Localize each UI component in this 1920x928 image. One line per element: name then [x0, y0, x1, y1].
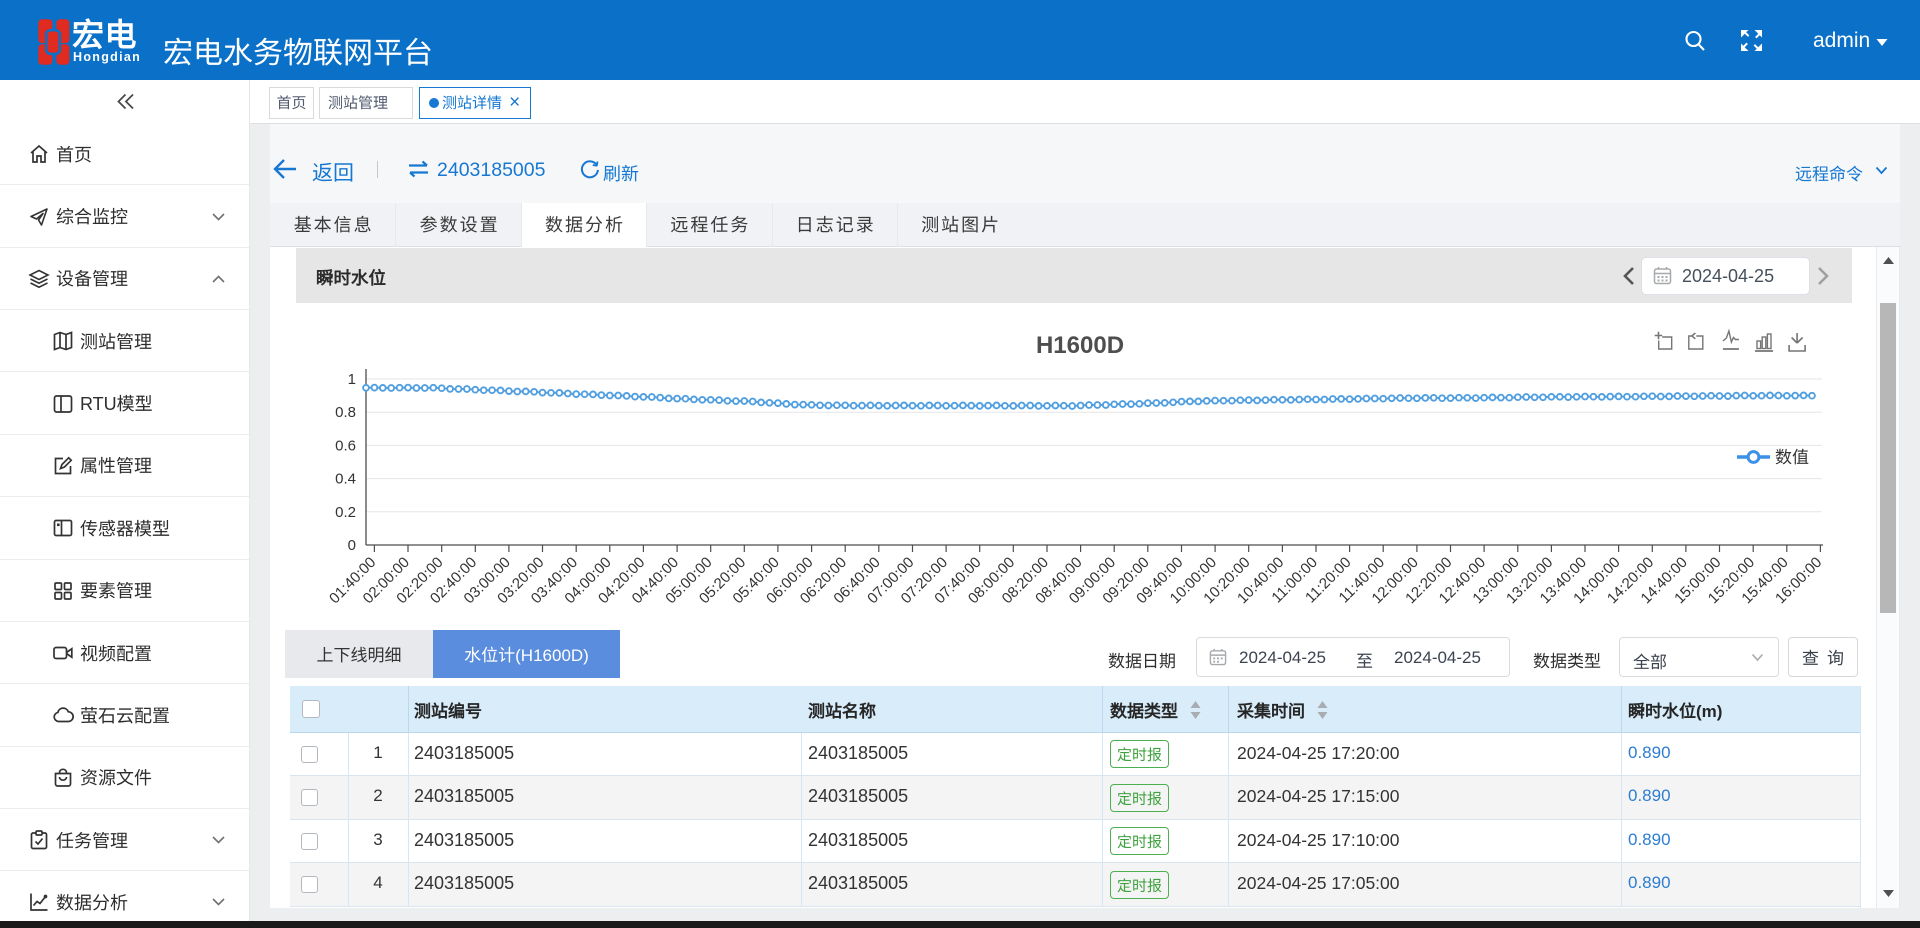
- svg-text:0.4: 0.4: [335, 471, 356, 488]
- svg-text:H1600D: H1600D: [1036, 332, 1124, 359]
- svg-text:0: 0: [348, 537, 356, 554]
- svg-text:0.6: 0.6: [335, 437, 356, 454]
- svg-text:0.8: 0.8: [335, 404, 356, 421]
- svg-text:0.2: 0.2: [335, 504, 356, 521]
- svg-text:1: 1: [348, 371, 356, 388]
- svg-text:数值: 数值: [1775, 443, 1809, 468]
